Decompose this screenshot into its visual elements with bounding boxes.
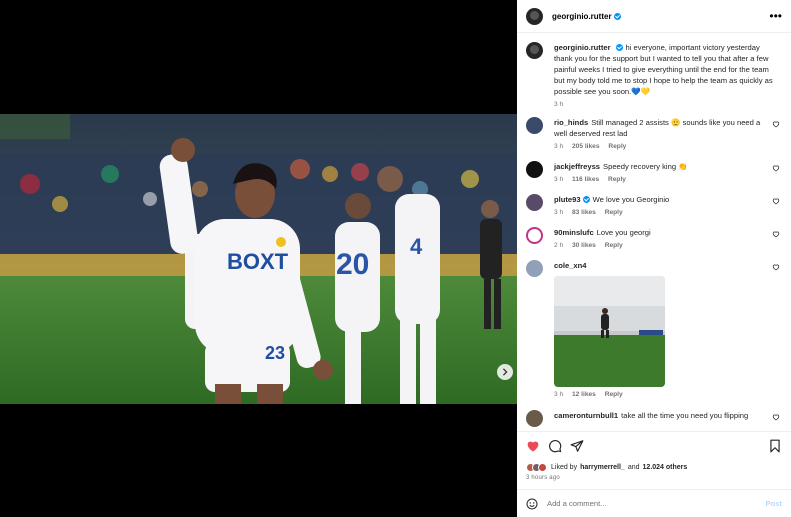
comment-item: cole_xn4 3 h 12 likes Reply (526, 260, 782, 398)
emoji-icon[interactable] (526, 498, 538, 510)
like-comment-icon[interactable] (772, 413, 780, 421)
comment-username[interactable]: rio_hinds (554, 118, 588, 127)
commenter-avatar[interactable] (526, 410, 543, 427)
like-comment-icon[interactable] (772, 120, 780, 128)
post-photo[interactable]: 20 4 BOXT 23 (0, 114, 517, 404)
commenter-avatar[interactable] (526, 194, 543, 211)
like-comment-icon[interactable] (772, 230, 780, 238)
comment-likes[interactable]: 30 likes (572, 242, 596, 249)
comment-username[interactable]: plute93 (554, 195, 581, 204)
like-comment-icon[interactable] (772, 164, 780, 172)
liked-by-prefix: Liked by (551, 464, 578, 471)
svg-text:4: 4 (410, 234, 423, 259)
comment-text: Speedy recovery king 👏 (603, 162, 688, 171)
comment-likes[interactable]: 116 likes (572, 176, 599, 183)
comment-item: 90minslufc Love you georgi 2 h 30 likes R… (526, 227, 782, 249)
reply-button[interactable]: Reply (605, 242, 623, 249)
post-side-panel: georginio.rutter ••• georginio.rutter hi … (517, 0, 791, 517)
comment-username[interactable]: jackjeffreyss (554, 162, 600, 171)
comment-item: jackjeffreyss Speedy recovery king 👏 3 h … (526, 161, 782, 183)
liked-by: Liked by harrymerrell_ and 12.024 others (526, 463, 782, 472)
comment-time: 2 h (554, 242, 564, 249)
reply-button[interactable]: Reply (605, 391, 623, 398)
comment-time: 3 h (554, 143, 564, 150)
like-comment-icon[interactable] (772, 197, 780, 205)
comment-likes[interactable]: 83 likes (572, 209, 596, 216)
comment-text: Love you georgi (596, 228, 651, 237)
reply-button[interactable]: Reply (608, 143, 626, 150)
comment-time: 3 h (554, 209, 564, 216)
comment-item: rio_hinds Still managed 2 assists 🫡 sound… (526, 117, 782, 150)
liker-avatars[interactable] (526, 463, 547, 472)
svg-text:23: 23 (265, 343, 285, 363)
liked-by-user[interactable]: harrymerrell_ (580, 464, 625, 471)
comment-time: 3 h (554, 391, 564, 398)
caption-time: 3 h (554, 101, 564, 108)
reply-button[interactable]: Reply (608, 176, 626, 183)
comment-gif[interactable] (554, 276, 665, 387)
comment-text: We love you Georginio (592, 195, 670, 204)
comment-likes[interactable]: 205 likes (572, 143, 600, 150)
liked-by-mid: and (627, 464, 640, 471)
comment-icon[interactable] (548, 439, 562, 453)
comment-username[interactable]: cole_xn4 (554, 261, 587, 270)
like-comment-icon[interactable] (772, 263, 780, 271)
likes-count[interactable]: 12.024 others (643, 464, 688, 471)
reply-button[interactable]: Reply (605, 209, 623, 216)
comment-username[interactable]: 90minslufc (554, 228, 594, 237)
share-icon[interactable] (570, 439, 584, 453)
comment-text: take all the time you need you flipping (621, 411, 749, 420)
post-comment-button[interactable]: Post (766, 499, 782, 508)
author-avatar[interactable] (526, 42, 543, 59)
verified-badge-icon (582, 196, 590, 203)
comment-likes[interactable]: 12 likes (572, 391, 596, 398)
caption-username[interactable]: georginio.rutter (554, 43, 611, 52)
bookmark-icon[interactable] (768, 439, 782, 453)
author-username[interactable]: georginio.rutter (552, 12, 612, 21)
more-options-icon[interactable]: ••• (769, 10, 782, 22)
verified-badge-icon (613, 12, 621, 20)
comment-username[interactable]: cameronturnbull1 (554, 411, 618, 420)
svg-text:BOXT: BOXT (227, 249, 289, 274)
post-timestamp[interactable]: 3 hours ago (526, 475, 782, 481)
post-header: georginio.rutter ••• (517, 0, 791, 33)
add-comment-bar: Post (517, 489, 791, 517)
chevron-right-icon (502, 368, 508, 376)
comment-item: cameronturnbull1 take all the time you ne… (526, 410, 782, 427)
comment-input[interactable] (547, 499, 766, 508)
comments-list[interactable]: georginio.rutter hi everyone, important v… (517, 34, 791, 431)
verified-badge-icon (615, 44, 623, 51)
next-image-button[interactable] (497, 364, 513, 380)
commenter-avatar[interactable] (526, 227, 543, 244)
caption: georginio.rutter hi everyone, important v… (526, 42, 782, 108)
author-avatar[interactable] (526, 7, 543, 25)
commenter-avatar[interactable] (526, 117, 543, 134)
heart-icon[interactable] (526, 439, 540, 453)
post-actions: Liked by harrymerrell_ and 12.024 others… (517, 431, 791, 489)
comment-time: 3 h (554, 176, 564, 183)
commenter-avatar[interactable] (526, 161, 543, 178)
comment-item: plute93 We love you Georginio 3 h 83 like… (526, 194, 782, 216)
post-media: 20 4 BOXT 23 (0, 0, 517, 517)
svg-text:20: 20 (336, 248, 369, 281)
commenter-avatar[interactable] (526, 260, 543, 277)
